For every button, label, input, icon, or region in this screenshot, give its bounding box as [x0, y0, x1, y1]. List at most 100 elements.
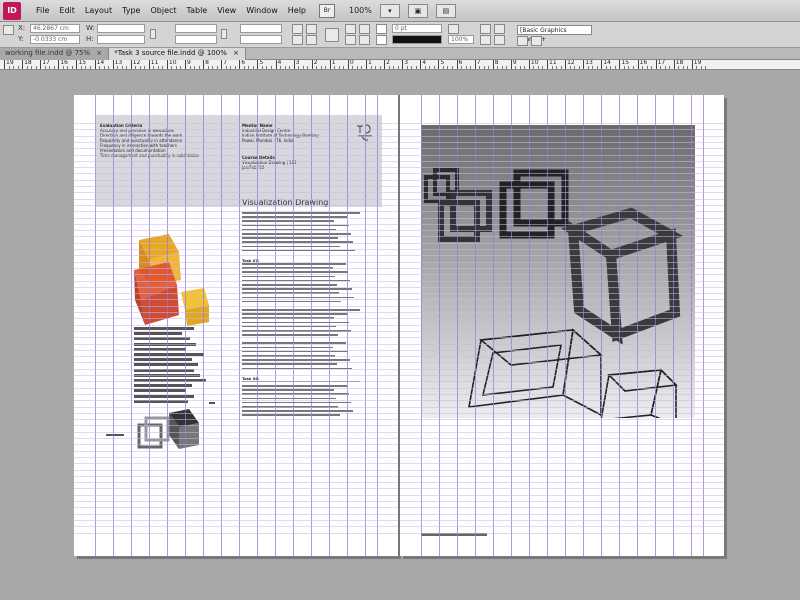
ruler-minor-tick [461, 66, 463, 69]
baseline-guide [400, 160, 724, 162]
menu-object[interactable]: Object [145, 6, 181, 15]
baseline-guide [400, 154, 724, 156]
ruler-minor-tick [705, 66, 707, 69]
text-wrap-icon[interactable] [480, 24, 491, 34]
menu-help[interactable]: Help [283, 6, 311, 15]
ruler-minor-tick [569, 66, 571, 69]
content-position-icon[interactable] [325, 28, 339, 42]
ruler-minor-tick [352, 66, 354, 69]
baseline-guide [400, 475, 724, 477]
text-line [242, 401, 351, 404]
flip-vertical-icon[interactable] [306, 35, 317, 45]
ruler-minor-tick [266, 66, 268, 69]
shear-angle-field[interactable] [240, 35, 282, 44]
select-next-icon[interactable] [359, 35, 370, 45]
baseline-guide [74, 463, 398, 465]
baseline-guide [400, 299, 724, 301]
fill-swatch-icon[interactable] [376, 24, 387, 34]
ruler-minor-tick [664, 66, 666, 69]
opacity-field[interactable]: 100% [448, 35, 474, 44]
ruler-major-tick [257, 60, 259, 69]
constrain-proportions-icon[interactable] [150, 29, 156, 39]
center-content-icon[interactable] [531, 36, 542, 46]
select-previous-icon[interactable] [345, 35, 356, 45]
baseline-guide [400, 230, 724, 232]
object-style-select[interactable]: [Basic Graphics Frame]+ [517, 25, 592, 43]
ruler-minor-tick [587, 66, 589, 69]
stroke-swatch-icon[interactable] [376, 35, 387, 45]
fx-icon[interactable] [448, 24, 459, 34]
menu-edit[interactable]: Edit [54, 6, 80, 15]
menu-view[interactable]: View [212, 6, 241, 15]
fitting-icon[interactable] [480, 35, 491, 45]
baseline-guide [400, 312, 724, 313]
x-label: X: [18, 24, 26, 32]
ruler-minor-tick [411, 66, 413, 69]
baseline-guide [74, 393, 398, 395]
arrange-documents-icon[interactable]: ▤ [435, 3, 456, 18]
auto-fit-icon[interactable] [517, 36, 528, 46]
x-position-field[interactable]: 46.2867 cm [30, 24, 80, 33]
stroke-type-select[interactable] [392, 35, 442, 44]
menu-layout[interactable]: Layout [80, 6, 117, 15]
bridge-button[interactable]: Br [319, 3, 335, 18]
tab-task-3-source-file[interactable]: *Task 3 source file.indd @ 100% × [109, 48, 246, 60]
grey-bar [134, 332, 182, 336]
baseline-guide [400, 438, 724, 439]
ruler-minor-tick [207, 66, 209, 69]
left-page[interactable]: Evaluation Criteria Accuracy and precisi… [74, 95, 398, 556]
scale-y-field[interactable] [175, 35, 217, 44]
ruler-minor-tick [479, 66, 481, 69]
baseline-guide [400, 349, 724, 351]
drop-shadow-icon[interactable] [494, 24, 505, 34]
baseline-guide [400, 223, 724, 225]
baseline-guide [400, 211, 724, 213]
width-field[interactable] [97, 24, 145, 33]
height-field[interactable] [97, 35, 145, 44]
baseline-guide [400, 186, 724, 187]
baseline-guide [74, 179, 398, 181]
ruler-minor-tick [126, 66, 128, 69]
menu-file[interactable]: File [31, 6, 54, 15]
ruler-minor-tick [519, 66, 521, 69]
ruler-minor-tick [700, 66, 702, 69]
text-line [242, 309, 360, 311]
baseline-guide [74, 406, 398, 408]
baseline-guide [400, 519, 724, 521]
select-container-icon[interactable] [345, 24, 356, 34]
right-page[interactable] [400, 95, 724, 556]
baseline-guide [74, 362, 398, 364]
close-icon[interactable]: × [96, 49, 102, 57]
tab-working-file[interactable]: working file.indd @ 75% × [0, 48, 110, 60]
menu-window[interactable]: Window [241, 6, 283, 15]
rotation-angle-field[interactable] [240, 24, 282, 33]
ruler-minor-tick [592, 66, 594, 69]
reference-point-icon[interactable] [3, 25, 14, 35]
ruler-major-tick [474, 60, 476, 69]
flip-horizontal-icon[interactable] [292, 35, 303, 45]
baseline-guide [400, 330, 724, 332]
menu-type[interactable]: Type [117, 6, 145, 15]
baseline-guide [400, 469, 724, 471]
ruler-minor-tick [121, 66, 123, 69]
ruler-minor-tick [289, 66, 291, 69]
constrain-scale-icon[interactable] [221, 29, 227, 39]
fit-frame-icon[interactable] [494, 35, 505, 45]
scale-x-field[interactable] [175, 24, 217, 33]
close-icon[interactable]: × [233, 49, 239, 57]
screen-mode-icon[interactable]: ▣ [407, 3, 428, 18]
ruler-minor-tick [397, 66, 399, 69]
zoom-level-select[interactable]: 100% [349, 6, 372, 15]
stroke-weight-field[interactable]: 0 pt [392, 24, 442, 33]
rotate-cw-icon[interactable] [292, 24, 303, 34]
ruler-major-tick [293, 60, 295, 69]
rotate-ccw-icon[interactable] [306, 24, 317, 34]
select-content-icon[interactable] [359, 24, 370, 34]
view-options-icon[interactable]: ▾ [379, 3, 400, 18]
horizontal-ruler[interactable]: 19 18 17 16 15 14 13 12 11 10 9 8 7 6 5 4 3 2 1 0 1 2 3 4 5 6 7 8 9 1… [0, 60, 800, 70]
y-position-field[interactable]: -0.0333 cm [30, 35, 80, 44]
ruler-major-tick [601, 60, 603, 69]
baseline-guide [74, 261, 398, 263]
menu-table[interactable]: Table [182, 6, 213, 15]
baseline-guide [400, 286, 724, 288]
